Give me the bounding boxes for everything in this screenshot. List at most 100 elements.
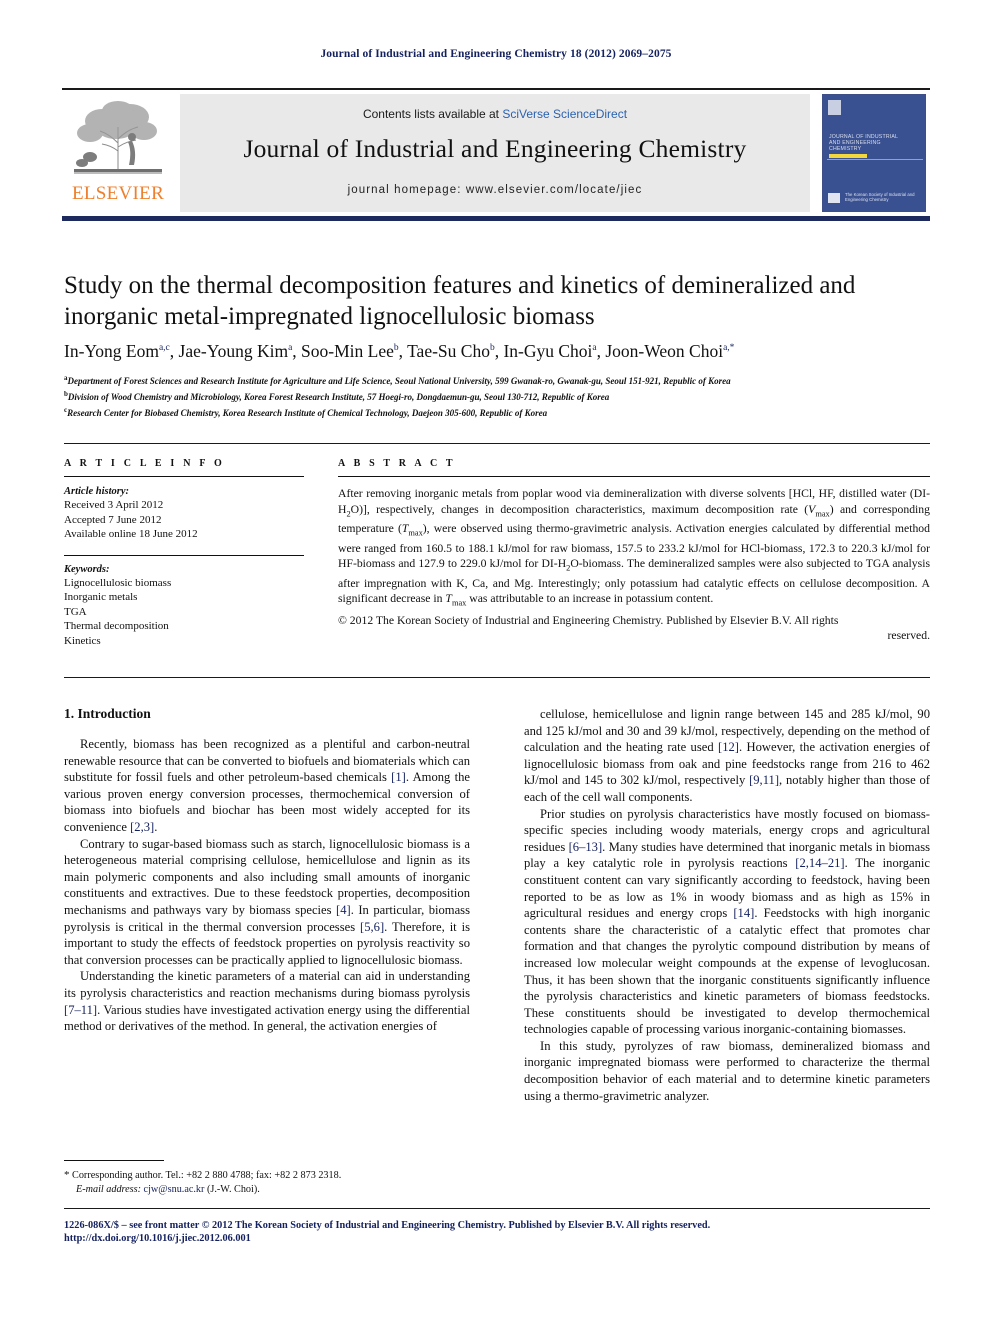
corresponding-author-footnote: * Corresponding author. Tel.: +82 2 880 … [64,1168,484,1197]
keywords-label: Keywords: [64,563,110,575]
subscript: max [815,509,830,519]
keyword-item: Kinetics [64,634,101,647]
citation-reference[interactable]: [2,3] [130,820,154,834]
section-heading-introduction: 1. Introduction [64,706,151,721]
article-history-list: Received 3 April 2012 Accepted 7 June 201… [64,498,304,542]
author-affiliation-mark: a,c [158,343,170,354]
body-paragraph: Contrary to sugar-based biomass such as … [64,836,470,967]
masthead-bottom-rule [62,216,930,221]
citation-reference[interactable]: [4] [336,903,351,917]
citation-reference[interactable]: [1] [391,770,406,784]
citation-reference[interactable]: [2,14–21] [795,856,844,870]
cover-society-text: The Korean Society of Industrial and Eng… [845,191,915,202]
article-history-item: Accepted 7 June 2012 [64,513,162,526]
article-title: Study on the thermal decomposition featu… [64,272,856,330]
keyword-item: TGA [64,605,87,618]
author-affiliation-mark: b [489,343,495,354]
elsevier-logo: ELSEVIER [66,95,170,213]
cover-society-badge-icon [828,193,840,203]
abstract-copyright-text: © 2012 The Korean Society of Industrial … [338,613,839,627]
email-address-suffix: (J.-W. Choi). [206,1184,260,1195]
journal-article-page: Journal of Industrial and Engineering Ch… [0,0,992,1323]
footnote-line-2: E-mail address: cjw@snu.ac.kr (J.-W. Cho… [64,1183,484,1197]
right-paragraphs: cellulose, hemicellulose and lignin rang… [524,706,930,1104]
info-section-top-rule [64,443,930,444]
abstract-rule [338,476,930,478]
abstract-copyright-lastline: reserved. [887,629,930,643]
footnote-line-1: * Corresponding author. Tel.: +82 2 880 … [64,1168,484,1183]
article-history-item: Received 3 April 2012 [64,499,164,512]
email-address-link[interactable]: cjw@snu.ac.kr [144,1184,205,1195]
article-history-label: Article history: [64,486,130,498]
subscript: 2 [346,509,351,519]
affiliation-text: Division of Wood Chemistry and Microbiol… [67,392,610,403]
footer-doi-link[interactable]: http://dx.doi.org/10.1016/j.jiec.2012.06… [64,1233,251,1244]
citation-reference[interactable]: [12] [718,740,739,754]
journal-title: Journal of Industrial and Engineering Ch… [243,134,747,163]
body-column-left: 1. Introduction Recently, biomass has be… [64,706,470,1035]
journal-masthead: ELSEVIER Contents lists available at Sci… [62,88,930,221]
affiliation-item: cResearch Center for Biobased Chemistry,… [64,404,944,420]
author-name: Tae-Su Cho [407,341,490,361]
masthead-top-rule [62,88,930,90]
author-name: In-Gyu Choi [503,341,593,361]
sciencedirect-banner: Contents lists available at SciVerse Sci… [180,94,810,212]
affiliation-list: aDepartment of Forest Sciences and Resea… [64,372,944,421]
elsevier-wordmark: ELSEVIER [71,183,165,204]
author-name: Soo-Min Lee [301,341,394,361]
body-paragraph: cellulose, hemicellulose and lignin rang… [524,707,930,804]
affiliation-item: aDepartment of Forest Sciences and Resea… [64,372,944,388]
cover-top-icon [828,100,841,115]
body-column-right: cellulose, hemicellulose and lignin rang… [524,706,930,1104]
citation-reference[interactable]: [14] [733,906,754,920]
cover-title-text: JOURNAL OF INDUSTRIAL AND ENGINEERING CH… [829,134,898,153]
affiliation-text: Research Center for Biobased Chemistry, … [67,408,548,419]
subscript: max [408,528,423,538]
abstract-copyright: © 2012 The Korean Society of Industrial … [338,613,930,644]
journal-homepage-link[interactable]: journal homepage: www.elsevier.com/locat… [180,184,810,196]
article-info-column: A R T I C L E I N F O Article history: R… [64,458,304,648]
author-name: In-Yong Eom [64,341,159,361]
body-paragraph: In this study, pyrolyzes of raw biomass,… [524,1038,930,1103]
keywords-divider [64,554,304,556]
sciverse-sciencedirect-link[interactable]: SciVerse ScienceDirect [502,107,627,121]
abstract-text: After removing inorganic metals from pop… [338,487,930,608]
footer-rule [64,1208,930,1209]
journal-cover-thumbnail[interactable]: JOURNAL OF INDUSTRIAL AND ENGINEERING CH… [822,94,926,212]
subscript: max [451,598,467,608]
keyword-item: Thermal decomposition [64,620,169,633]
author-affiliation-mark: a,* [723,343,735,354]
article-info-heading: A R T I C L E I N F O [64,458,225,469]
running-head: Journal of Industrial and Engineering Ch… [320,48,672,60]
cover-divider [827,159,923,160]
abstract-column: A B S T R A C T After removing inorganic… [338,458,930,643]
keyword-item: Lignocellulosic biomass [64,576,172,589]
abstract-heading: A B S T R A C T [338,458,456,469]
body-paragraph: Recently, biomass has been recognized as… [64,737,471,834]
author-name: Joon-Weon Choi [605,341,724,361]
footnote-corresponding-text: Corresponding author. Tel.: +82 2 880 47… [72,1170,342,1181]
citation-reference[interactable]: [7–11] [64,1003,97,1017]
body-paragraph: Prior studies on pyrolysis characteristi… [524,806,930,1037]
contents-lists-prefix: Contents lists available at [362,107,503,121]
affiliation-item: bDivision of Wood Chemistry and Microbio… [64,388,944,404]
footnote-marker: * [64,1169,70,1181]
elsevier-tree-icon [72,97,164,179]
info-section-bottom-rule [64,677,930,678]
body-paragraph: Understanding the kinetic parameters of … [64,969,470,1034]
footer-imprint: 1226-086X/$ – see front matter © 2012 Th… [64,1220,711,1231]
footnote-rule [64,1160,164,1162]
contents-lists-line: Contents lists available at SciVerse Sci… [180,107,810,121]
left-paragraphs: Recently, biomass has been recognized as… [64,736,470,1035]
citation-reference[interactable]: [6–13] [569,840,603,854]
author-name: Jae-Young Kim [178,341,289,361]
author-list: In-Yong Eoma,c, Jae-Young Kima, Soo-Min … [64,341,735,361]
citation-reference[interactable]: [9,11] [749,773,779,787]
article-info-rule [64,476,304,478]
subscript: 2 [566,563,571,573]
affiliation-text: Department of Forest Sciences and Resear… [67,376,731,386]
author-affiliation-mark: b [393,343,399,354]
keyword-item: Inorganic metals [64,591,138,604]
citation-reference[interactable]: [5,6] [360,920,384,934]
cover-accent-bar [829,154,867,158]
